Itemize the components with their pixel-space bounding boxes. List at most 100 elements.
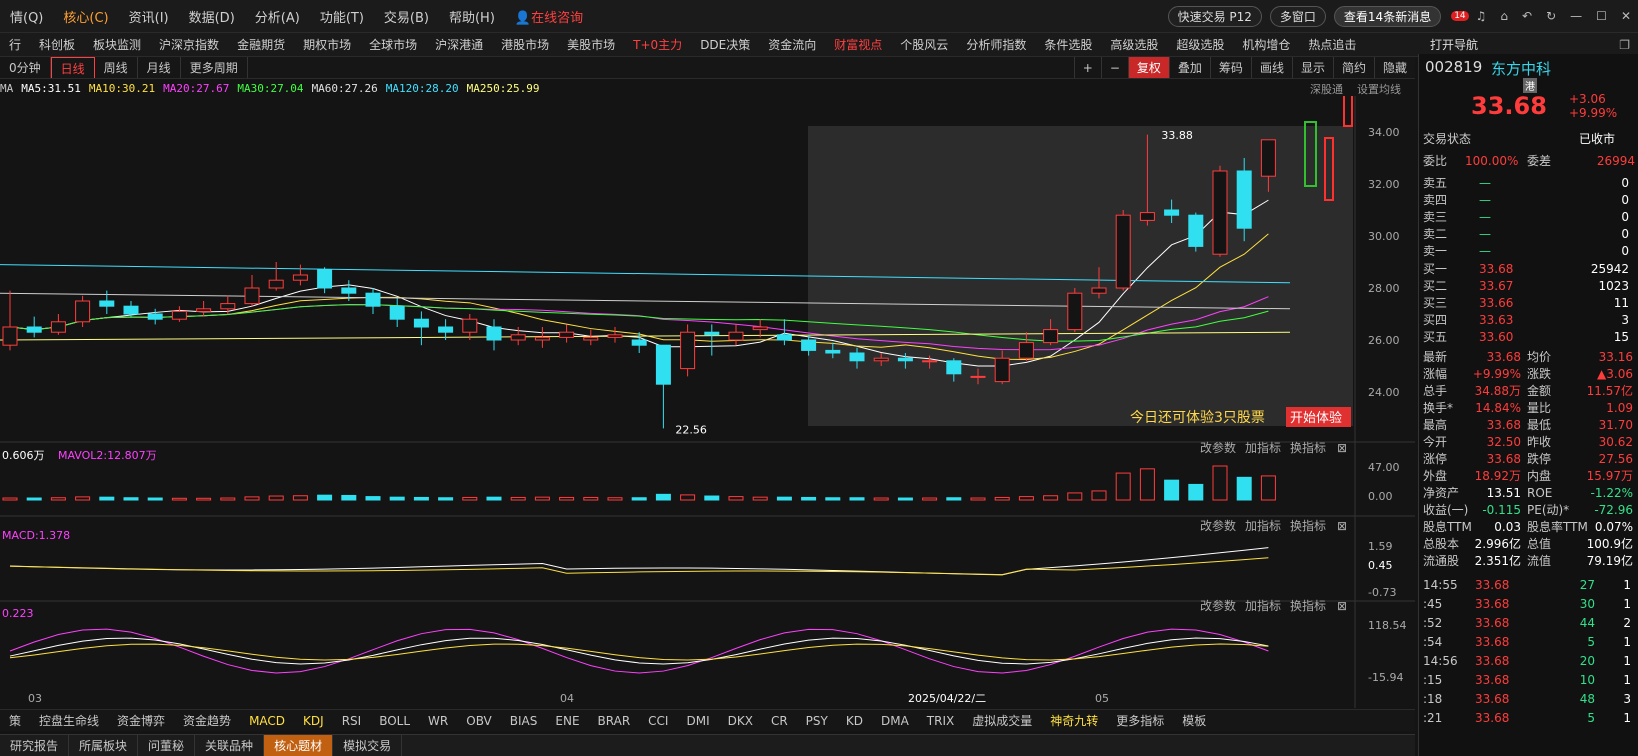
period-1[interactable]: 日线 xyxy=(50,57,95,78)
indicator-tab-1[interactable]: 控盘生命线 xyxy=(30,712,108,729)
consult-link[interactable]: 👤在线咨询 xyxy=(505,7,593,26)
indicator-tab-24[interactable]: 模板 xyxy=(1173,712,1215,729)
nav-item-15[interactable]: 分析师指数 xyxy=(957,36,1035,53)
panel-close-icon[interactable]: ⊠ xyxy=(1337,441,1347,455)
indicator-tab-9[interactable]: OBV xyxy=(457,714,501,728)
open-nav-link[interactable]: 打开导航 xyxy=(1420,36,1488,53)
period-0[interactable]: 0分钟 xyxy=(0,57,51,78)
close-icon[interactable]: ✕ xyxy=(1614,9,1638,23)
nav-item-1[interactable]: 科创板 xyxy=(30,36,84,53)
indicator-tab-6[interactable]: RSI xyxy=(333,714,371,728)
indicator-tab-19[interactable]: DMA xyxy=(872,714,918,728)
period-4[interactable]: 更多周期 xyxy=(181,57,248,78)
indicator-tab-15[interactable]: DKX xyxy=(719,714,762,728)
news-button[interactable]: 查看14条新消息 xyxy=(1333,5,1442,27)
nav-item-5[interactable]: 期权市场 xyxy=(294,36,360,53)
tool-5[interactable]: 简约 xyxy=(1332,57,1374,78)
indicator-tab-10[interactable]: BIAS xyxy=(501,714,547,728)
footer-tab-5[interactable]: 模拟交易 xyxy=(333,735,403,756)
panel-button-1[interactable]: 加指标 xyxy=(1245,598,1281,613)
indicator-tab-20[interactable]: TRIX xyxy=(918,714,963,728)
indicator-tab-13[interactable]: CCI xyxy=(639,714,677,728)
footer-tab-2[interactable]: 问董秘 xyxy=(138,735,196,756)
menu-item-2[interactable]: 资讯(I) xyxy=(119,7,179,26)
indicator-tab-21[interactable]: 虚拟成交量 xyxy=(963,712,1041,729)
tool-6[interactable]: 隐藏 xyxy=(1373,57,1415,78)
panel-button-1[interactable]: 加指标 xyxy=(1245,440,1281,455)
panel-button-2[interactable]: 换指标 xyxy=(1290,518,1326,533)
nav-item-11[interactable]: DDE决策 xyxy=(691,36,759,53)
indicator-tab-12[interactable]: BRAR xyxy=(589,714,640,728)
indicator-tab-7[interactable]: BOLL xyxy=(370,714,419,728)
home-icon[interactable]: ⌂ xyxy=(1493,9,1515,23)
menu-item-1[interactable]: 核心(C) xyxy=(53,7,118,26)
maximize-icon[interactable]: ☐ xyxy=(1589,9,1614,23)
indicator-tab-23[interactable]: 更多指标 xyxy=(1107,712,1173,729)
indicator-tab-17[interactable]: PSY xyxy=(797,714,837,728)
indicator-tab-5[interactable]: KDJ xyxy=(294,714,333,728)
indicator-tab-8[interactable]: WR xyxy=(419,714,457,728)
panel-close-icon[interactable]: ⊠ xyxy=(1337,599,1347,613)
promo-button-label[interactable]: 开始体验 xyxy=(1290,410,1342,426)
nav-item-0[interactable]: 行 xyxy=(0,36,30,53)
menu-item-3[interactable]: 数据(D) xyxy=(179,7,245,26)
period-3[interactable]: 月线 xyxy=(138,57,181,78)
zoom-in-button[interactable]: + xyxy=(1073,57,1101,78)
indicator-tab-2[interactable]: 资金博弈 xyxy=(108,712,174,729)
ma-right-1[interactable]: 设置均线 xyxy=(1357,81,1401,97)
footer-tab-1[interactable]: 所属板块 xyxy=(69,735,139,756)
headset-icon[interactable]: ♫ xyxy=(1469,9,1494,23)
tool-0[interactable]: 复权 xyxy=(1127,57,1169,78)
panel-button-2[interactable]: 换指标 xyxy=(1290,440,1326,455)
tool-1[interactable]: 叠加 xyxy=(1168,57,1210,78)
footer-tab-4[interactable]: 核心题材 xyxy=(264,735,334,756)
nav-item-3[interactable]: 沪深京指数 xyxy=(150,36,228,53)
panel-button-0[interactable]: 改参数 xyxy=(1200,598,1236,613)
multi-window-button[interactable]: 多窗口 xyxy=(1269,5,1326,27)
kline-chart[interactable]: 34.00 32.00 30.00 28.00 26.00 24.00 33.88 22.56… xyxy=(0,96,1415,708)
nav-item-14[interactable]: 个股风云 xyxy=(891,36,957,53)
nav-item-7[interactable]: 沪深港通 xyxy=(426,36,492,53)
nav-item-16[interactable]: 条件选股 xyxy=(1035,36,1101,53)
window-icon[interactable]: ❐ xyxy=(1611,38,1638,52)
period-2[interactable]: 周线 xyxy=(95,57,138,78)
nav-item-8[interactable]: 港股市场 xyxy=(492,36,558,53)
nav-item-2[interactable]: 板块监测 xyxy=(84,36,150,53)
panel-button-1[interactable]: 加指标 xyxy=(1245,518,1281,533)
minimize-icon[interactable]: — xyxy=(1563,9,1589,23)
nav-item-18[interactable]: 超级选股 xyxy=(1167,36,1233,53)
indicator-tab-11[interactable]: ENE xyxy=(546,714,588,728)
indicator-tab-22[interactable]: 神奇九转 xyxy=(1041,712,1107,729)
tool-4[interactable]: 显示 xyxy=(1291,57,1333,78)
indicator-tab-14[interactable]: DMI xyxy=(677,714,718,728)
menu-item-6[interactable]: 交易(B) xyxy=(374,7,439,26)
indicator-tab-16[interactable]: CR xyxy=(762,714,797,728)
menu-item-0[interactable]: 情(Q) xyxy=(0,7,53,26)
menu-item-5[interactable]: 功能(T) xyxy=(310,7,374,26)
indicator-tab-3[interactable]: 资金趋势 xyxy=(174,712,240,729)
nav-item-13[interactable]: 财富视点 xyxy=(825,36,891,53)
panel-close-icon[interactable]: ⊠ xyxy=(1337,519,1347,533)
nav-item-12[interactable]: 资金流向 xyxy=(759,36,825,53)
indicator-tab-0[interactable]: 策 xyxy=(0,712,30,729)
back-icon[interactable]: ↶ xyxy=(1515,9,1539,23)
panel-button-0[interactable]: 改参数 xyxy=(1200,440,1236,455)
nav-item-17[interactable]: 高级选股 xyxy=(1101,36,1167,53)
footer-tab-3[interactable]: 关联品种 xyxy=(195,735,265,756)
nav-item-4[interactable]: 金融期货 xyxy=(228,36,294,53)
nav-item-9[interactable]: 美股市场 xyxy=(558,36,624,53)
footer-tab-0[interactable]: 研究报告 xyxy=(0,735,70,756)
indicator-tab-18[interactable]: KD xyxy=(837,714,872,728)
panel-button-2[interactable]: 换指标 xyxy=(1290,598,1326,613)
nav-item-10[interactable]: T+0主力 xyxy=(624,36,691,53)
panel-button-0[interactable]: 改参数 xyxy=(1200,518,1236,533)
indicator-tab-4[interactable]: MACD xyxy=(240,714,294,728)
ma-right-0[interactable]: 深股通 xyxy=(1310,81,1343,97)
menu-item-4[interactable]: 分析(A) xyxy=(245,7,310,26)
nav-item-6[interactable]: 全球市场 xyxy=(360,36,426,53)
nav-item-19[interactable]: 机构增仓 xyxy=(1233,36,1299,53)
tool-3[interactable]: 画线 xyxy=(1250,57,1292,78)
tool-2[interactable]: 筹码 xyxy=(1209,57,1251,78)
refresh-icon[interactable]: ↻ xyxy=(1539,9,1563,23)
menu-item-7[interactable]: 帮助(H) xyxy=(439,7,505,26)
